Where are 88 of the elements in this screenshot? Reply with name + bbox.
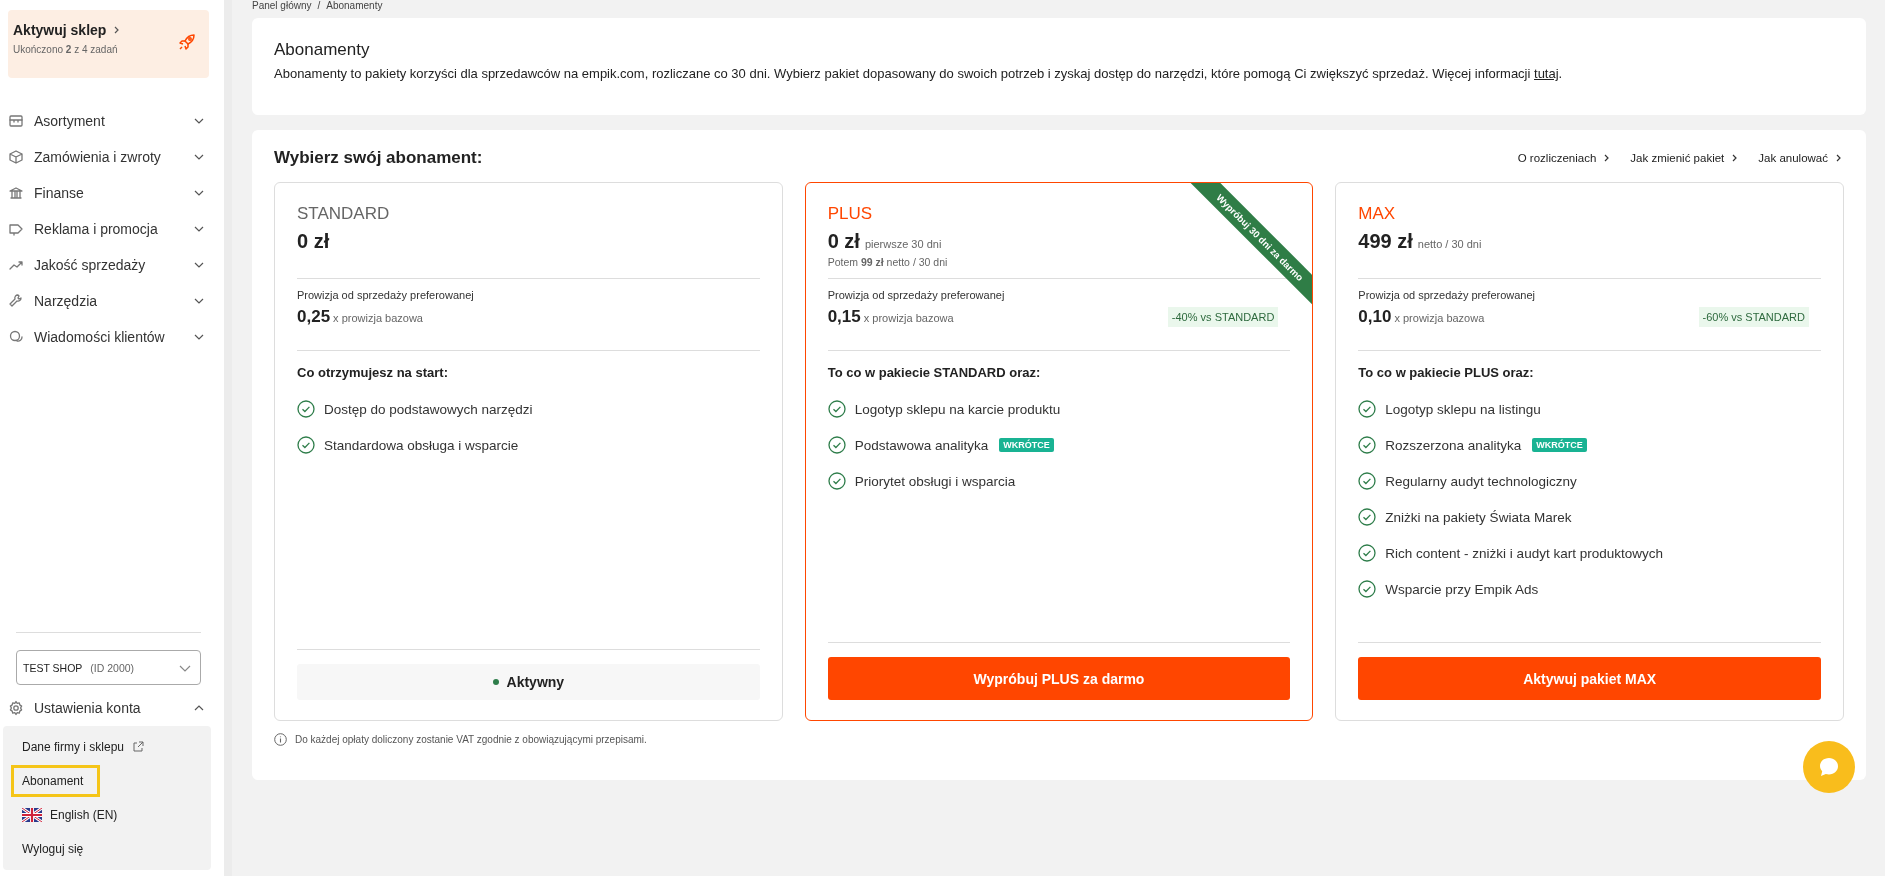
- nav-item[interactable]: Narzędzia: [8, 283, 209, 319]
- feature-text: Priorytet obsługi i wsparcia: [854, 473, 1016, 489]
- bank-icon: [8, 185, 24, 201]
- help-link[interactable]: O rozliczeniach: [1517, 152, 1613, 164]
- check-circle-icon: [297, 436, 315, 454]
- commission-unit: x prowizja bazowa: [863, 312, 954, 324]
- info-icon: [274, 733, 287, 746]
- soon-badge: WKRÓTCE: [999, 438, 1054, 452]
- check-circle-icon: [1358, 508, 1377, 526]
- activation-title[interactable]: Aktywuj sklep: [13, 22, 107, 38]
- commission-value: 0,15: [827, 307, 861, 326]
- commission-unit: x prowizja bazowa: [333, 312, 423, 324]
- shop-select[interactable]: TEST SHOP (ID 2000): [16, 650, 201, 685]
- feature-text: Podstawowa analityka: [854, 437, 989, 453]
- features-title: To co w pakiecie STANDARD oraz:: [827, 365, 1042, 380]
- progress-text: Ukończono 2 z 4 zadań: [13, 44, 119, 55]
- help-link[interactable]: Jak zmienić pakiet: [1630, 152, 1741, 164]
- check-circle-icon: [1358, 544, 1377, 562]
- price: 0 zł: [297, 230, 330, 253]
- submenu-item[interactable]: Abonament: [11, 765, 101, 797]
- plan-name: PLUS: [827, 204, 873, 224]
- feature-text: Logotyp sklepu na listingu: [1385, 401, 1541, 417]
- help-link[interactable]: Jak anulować: [1758, 152, 1844, 164]
- price-note: netto / 30 dni: [1417, 238, 1482, 250]
- feature-text: Zniżki na pakiety Świata Marek: [1385, 509, 1572, 525]
- shop-name: TEST SHOP: [23, 661, 83, 674]
- submenu-item[interactable]: Wyloguj się: [11, 833, 101, 865]
- breadcrumb-separator: /: [317, 0, 321, 11]
- check-circle-icon: [1358, 400, 1377, 418]
- commission-label: Prowizja od sprzedaży preferowanej: [297, 289, 475, 301]
- commission-label: Prowizja od sprzedaży preferowanej: [1358, 289, 1537, 301]
- chat-bubbles-icon: [8, 329, 24, 345]
- wrench-icon: [8, 293, 24, 309]
- breadcrumb-link[interactable]: Abonamenty: [326, 0, 383, 11]
- commission-label: Prowizja od sprzedaży preferowanej: [827, 289, 1006, 301]
- price-note: pierwsze 30 dni: [864, 238, 942, 250]
- feature-text: Dostęp do podstawowych narzędzi: [324, 401, 533, 417]
- check-circle-icon: [297, 400, 315, 418]
- feature-text: Wsparcie przy Empik Ads: [1385, 581, 1539, 597]
- more-info-link[interactable]: tutaj: [1534, 66, 1559, 81]
- breadcrumb-link[interactable]: Panel główny: [252, 0, 312, 11]
- nav-item[interactable]: Reklama i promocja: [8, 211, 209, 247]
- feature-text: Rozszerzona analityka: [1385, 437, 1522, 453]
- plan-name: STANDARD: [297, 204, 390, 224]
- soon-badge: WKRÓTCE: [1532, 438, 1587, 452]
- feature-text: Regularny audyt technologiczny: [1385, 473, 1577, 489]
- nav-item[interactable]: Wiadomości klientów: [8, 319, 209, 355]
- footnote-text: Do każdej opłaty doliczony zostanie VAT zgodnie z obowiązującymi przepisami.: [295, 734, 647, 745]
- activation-card[interactable]: Aktywuj sklep Ukończono 2 z 4 zadań: [8, 10, 209, 78]
- check-circle-icon: [1358, 580, 1377, 598]
- rocket-icon: [177, 32, 197, 52]
- discount-badge: -60% vs STANDARD: [1698, 307, 1809, 327]
- feature-text: Standardowa obsługa i wsparcie: [324, 437, 519, 453]
- nav-item[interactable]: Zamówienia i zwroty: [8, 139, 209, 175]
- status-bar: Aktywny: [297, 664, 760, 700]
- feature-text: Logotyp sklepu na karcie produktu: [854, 401, 1061, 417]
- commission-value: 0,25: [297, 307, 331, 326]
- section-title: Wybierz swój abonament:: [274, 148, 483, 168]
- price: 0 zł: [827, 230, 860, 253]
- submenu-item[interactable]: Dane firmy i sklepu: [11, 731, 162, 763]
- features-title: To co w pakiecie PLUS oraz:: [1358, 365, 1535, 380]
- external-link-icon: [132, 741, 145, 753]
- speech-bubble-icon: [1817, 755, 1841, 779]
- status-dot-icon: [492, 679, 499, 685]
- nav-item[interactable]: Jakość sprzedaży: [8, 247, 209, 283]
- page-title: Abonamenty: [274, 40, 371, 60]
- check-circle-icon: [827, 472, 846, 490]
- nav-item[interactable]: Asortyment: [8, 103, 209, 139]
- submenu-item[interactable]: English (EN): [11, 799, 135, 831]
- commission-unit: x prowizja bazowa: [1394, 312, 1485, 324]
- nav-item[interactable]: Finanse: [8, 175, 209, 211]
- storefront-icon: [8, 113, 24, 129]
- shop-id: (ID 2000): [90, 661, 135, 674]
- box-icon: [8, 149, 24, 165]
- check-circle-icon: [827, 436, 846, 454]
- gear-icon: [8, 700, 24, 716]
- plan-name: MAX: [1358, 204, 1396, 224]
- feature-text: Rich content - zniżki i audyt kart produktowych: [1385, 545, 1663, 561]
- features-title: Co otrzymujesz na start:: [297, 365, 449, 380]
- discount-badge: -40% vs STANDARD: [1167, 307, 1279, 327]
- nav-item[interactable]: Ustawienia konta: [8, 690, 209, 726]
- check-circle-icon: [1358, 472, 1377, 490]
- description-text: Abonamenty to pakiety korzyści dla sprzedawców na empik.com, rozliczane co 30 dni. Wybierz pakiet dopasowany do swoich potrzeb i zyskaj dostęp do narzędzi, które pomogą Ci zwiększyć sprzedaż. Więcej informacji tutaj.: [274, 66, 1564, 81]
- check-circle-icon: [1358, 436, 1377, 454]
- commission-value: 0,10: [1358, 307, 1392, 326]
- flag-icon: [22, 808, 42, 822]
- check-circle-icon: [827, 400, 846, 418]
- price: 499 zł: [1358, 230, 1413, 253]
